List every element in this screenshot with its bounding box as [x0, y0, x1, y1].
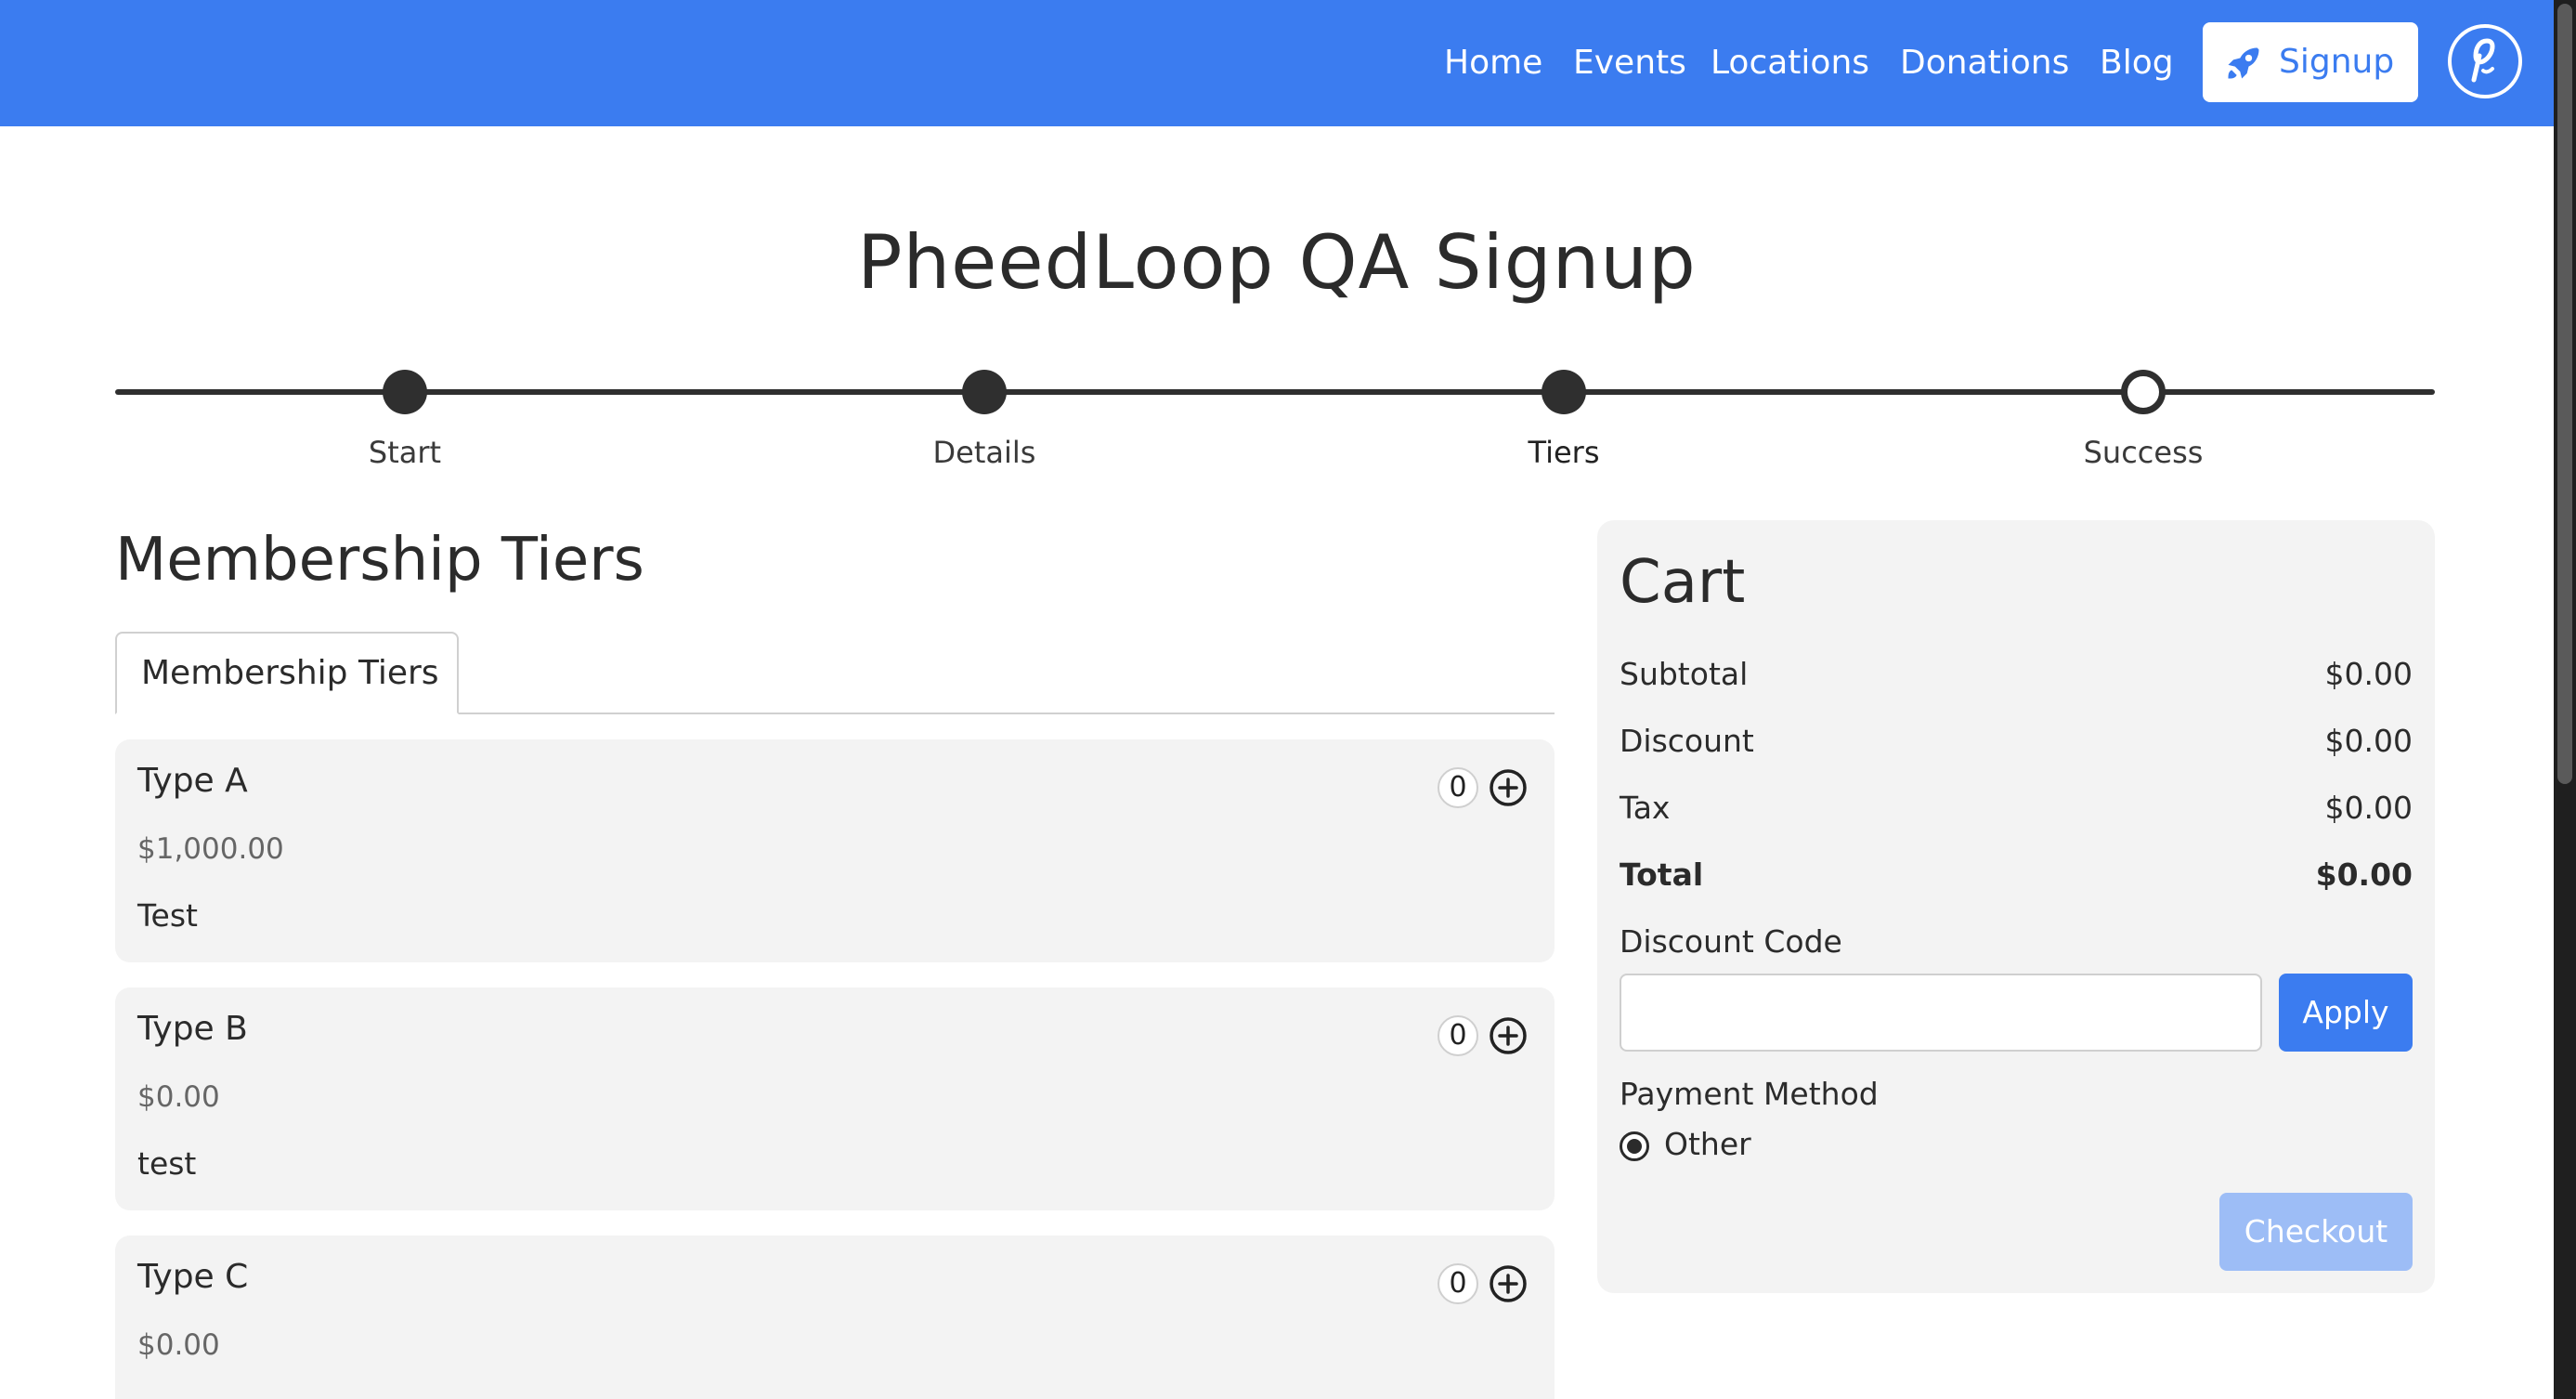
- cart-title: Cart: [1620, 548, 1746, 617]
- signup-button[interactable]: Signup: [2203, 22, 2418, 102]
- cart-row-value: $0.00: [2324, 656, 2413, 692]
- cart-row-label: Subtotal: [1620, 656, 1749, 692]
- payment-option-label[interactable]: Other: [1664, 1126, 1751, 1162]
- tier-price: $0.00: [137, 1328, 220, 1362]
- cart-row-value: $0.00: [2324, 723, 2413, 759]
- nav-link-events[interactable]: Events: [1573, 37, 1686, 89]
- rocket-icon: [2228, 47, 2259, 79]
- tier-price: $1,000.00: [137, 832, 284, 866]
- plus-circle-icon[interactable]: [1488, 1015, 1529, 1056]
- nav-link-home[interactable]: Home: [1444, 37, 1542, 89]
- tier-description: Test: [137, 897, 198, 934]
- pheedloop-logo-icon[interactable]: [2448, 24, 2522, 98]
- apply-discount-button[interactable]: Apply: [2279, 974, 2413, 1052]
- tier-name: Type B: [137, 1010, 248, 1048]
- top-navbar: Home Events Locations Donations Blog Sig…: [0, 0, 2554, 126]
- tier-quantity-badge: 0: [1438, 767, 1478, 808]
- tier-description: test: [137, 1145, 197, 1182]
- cart-panel: Cart Subtotal $0.00 Discount $0.00 Tax $…: [1597, 520, 2435, 1293]
- step-dot-tiers: [1542, 370, 1586, 414]
- nav-link-blog[interactable]: Blog: [2100, 37, 2174, 89]
- step-label-tiers: Tiers: [1528, 435, 1600, 470]
- tab-label: Membership Tiers: [141, 654, 439, 692]
- step-label-start: Start: [368, 435, 442, 470]
- cart-row-value: $0.00: [2324, 790, 2413, 826]
- tier-quantity-badge: 0: [1438, 1015, 1478, 1056]
- cart-row-label: Total: [1620, 856, 1704, 893]
- membership-tiers-heading: Membership Tiers: [115, 526, 644, 595]
- tier-name: Type A: [137, 762, 248, 800]
- checkout-button[interactable]: Checkout: [2219, 1193, 2413, 1271]
- cart-row-label: Discount: [1620, 723, 1754, 759]
- signup-button-label: Signup: [2279, 43, 2395, 81]
- payment-radio-other[interactable]: [1620, 1131, 1649, 1161]
- step-label-details: Details: [932, 435, 1036, 470]
- tier-card-type-c: Type C $0.00 0: [115, 1236, 1555, 1399]
- cart-row-value: $0.00: [2315, 856, 2413, 893]
- tier-name: Type C: [137, 1258, 249, 1296]
- tier-card-type-b: Type B $0.00 test 0: [115, 987, 1555, 1210]
- tab-membership-tiers[interactable]: Membership Tiers: [115, 632, 459, 714]
- discount-code-label: Discount Code: [1620, 923, 1842, 960]
- plus-circle-icon[interactable]: [1488, 1263, 1529, 1304]
- step-dot-success: [2121, 370, 2166, 414]
- nav-link-locations[interactable]: Locations: [1711, 37, 1869, 89]
- step-dot-start: [383, 370, 427, 414]
- discount-code-input[interactable]: [1620, 974, 2262, 1052]
- tier-card-type-a: Type A $1,000.00 Test 0: [115, 739, 1555, 962]
- plus-circle-icon[interactable]: [1488, 767, 1529, 808]
- payment-method-label: Payment Method: [1620, 1076, 1879, 1112]
- tier-quantity-badge: 0: [1438, 1263, 1478, 1304]
- page-scrollbar-thumb[interactable]: [2557, 4, 2572, 784]
- stepper-track: [115, 389, 2435, 395]
- step-label-success: Success: [2083, 435, 2204, 470]
- tier-price: $0.00: [137, 1080, 220, 1114]
- step-dot-details: [962, 370, 1007, 414]
- cart-row-label: Tax: [1620, 790, 1671, 826]
- nav-link-donations[interactable]: Donations: [1900, 37, 2069, 89]
- page-title: PheedLoop QA Signup: [857, 219, 1697, 306]
